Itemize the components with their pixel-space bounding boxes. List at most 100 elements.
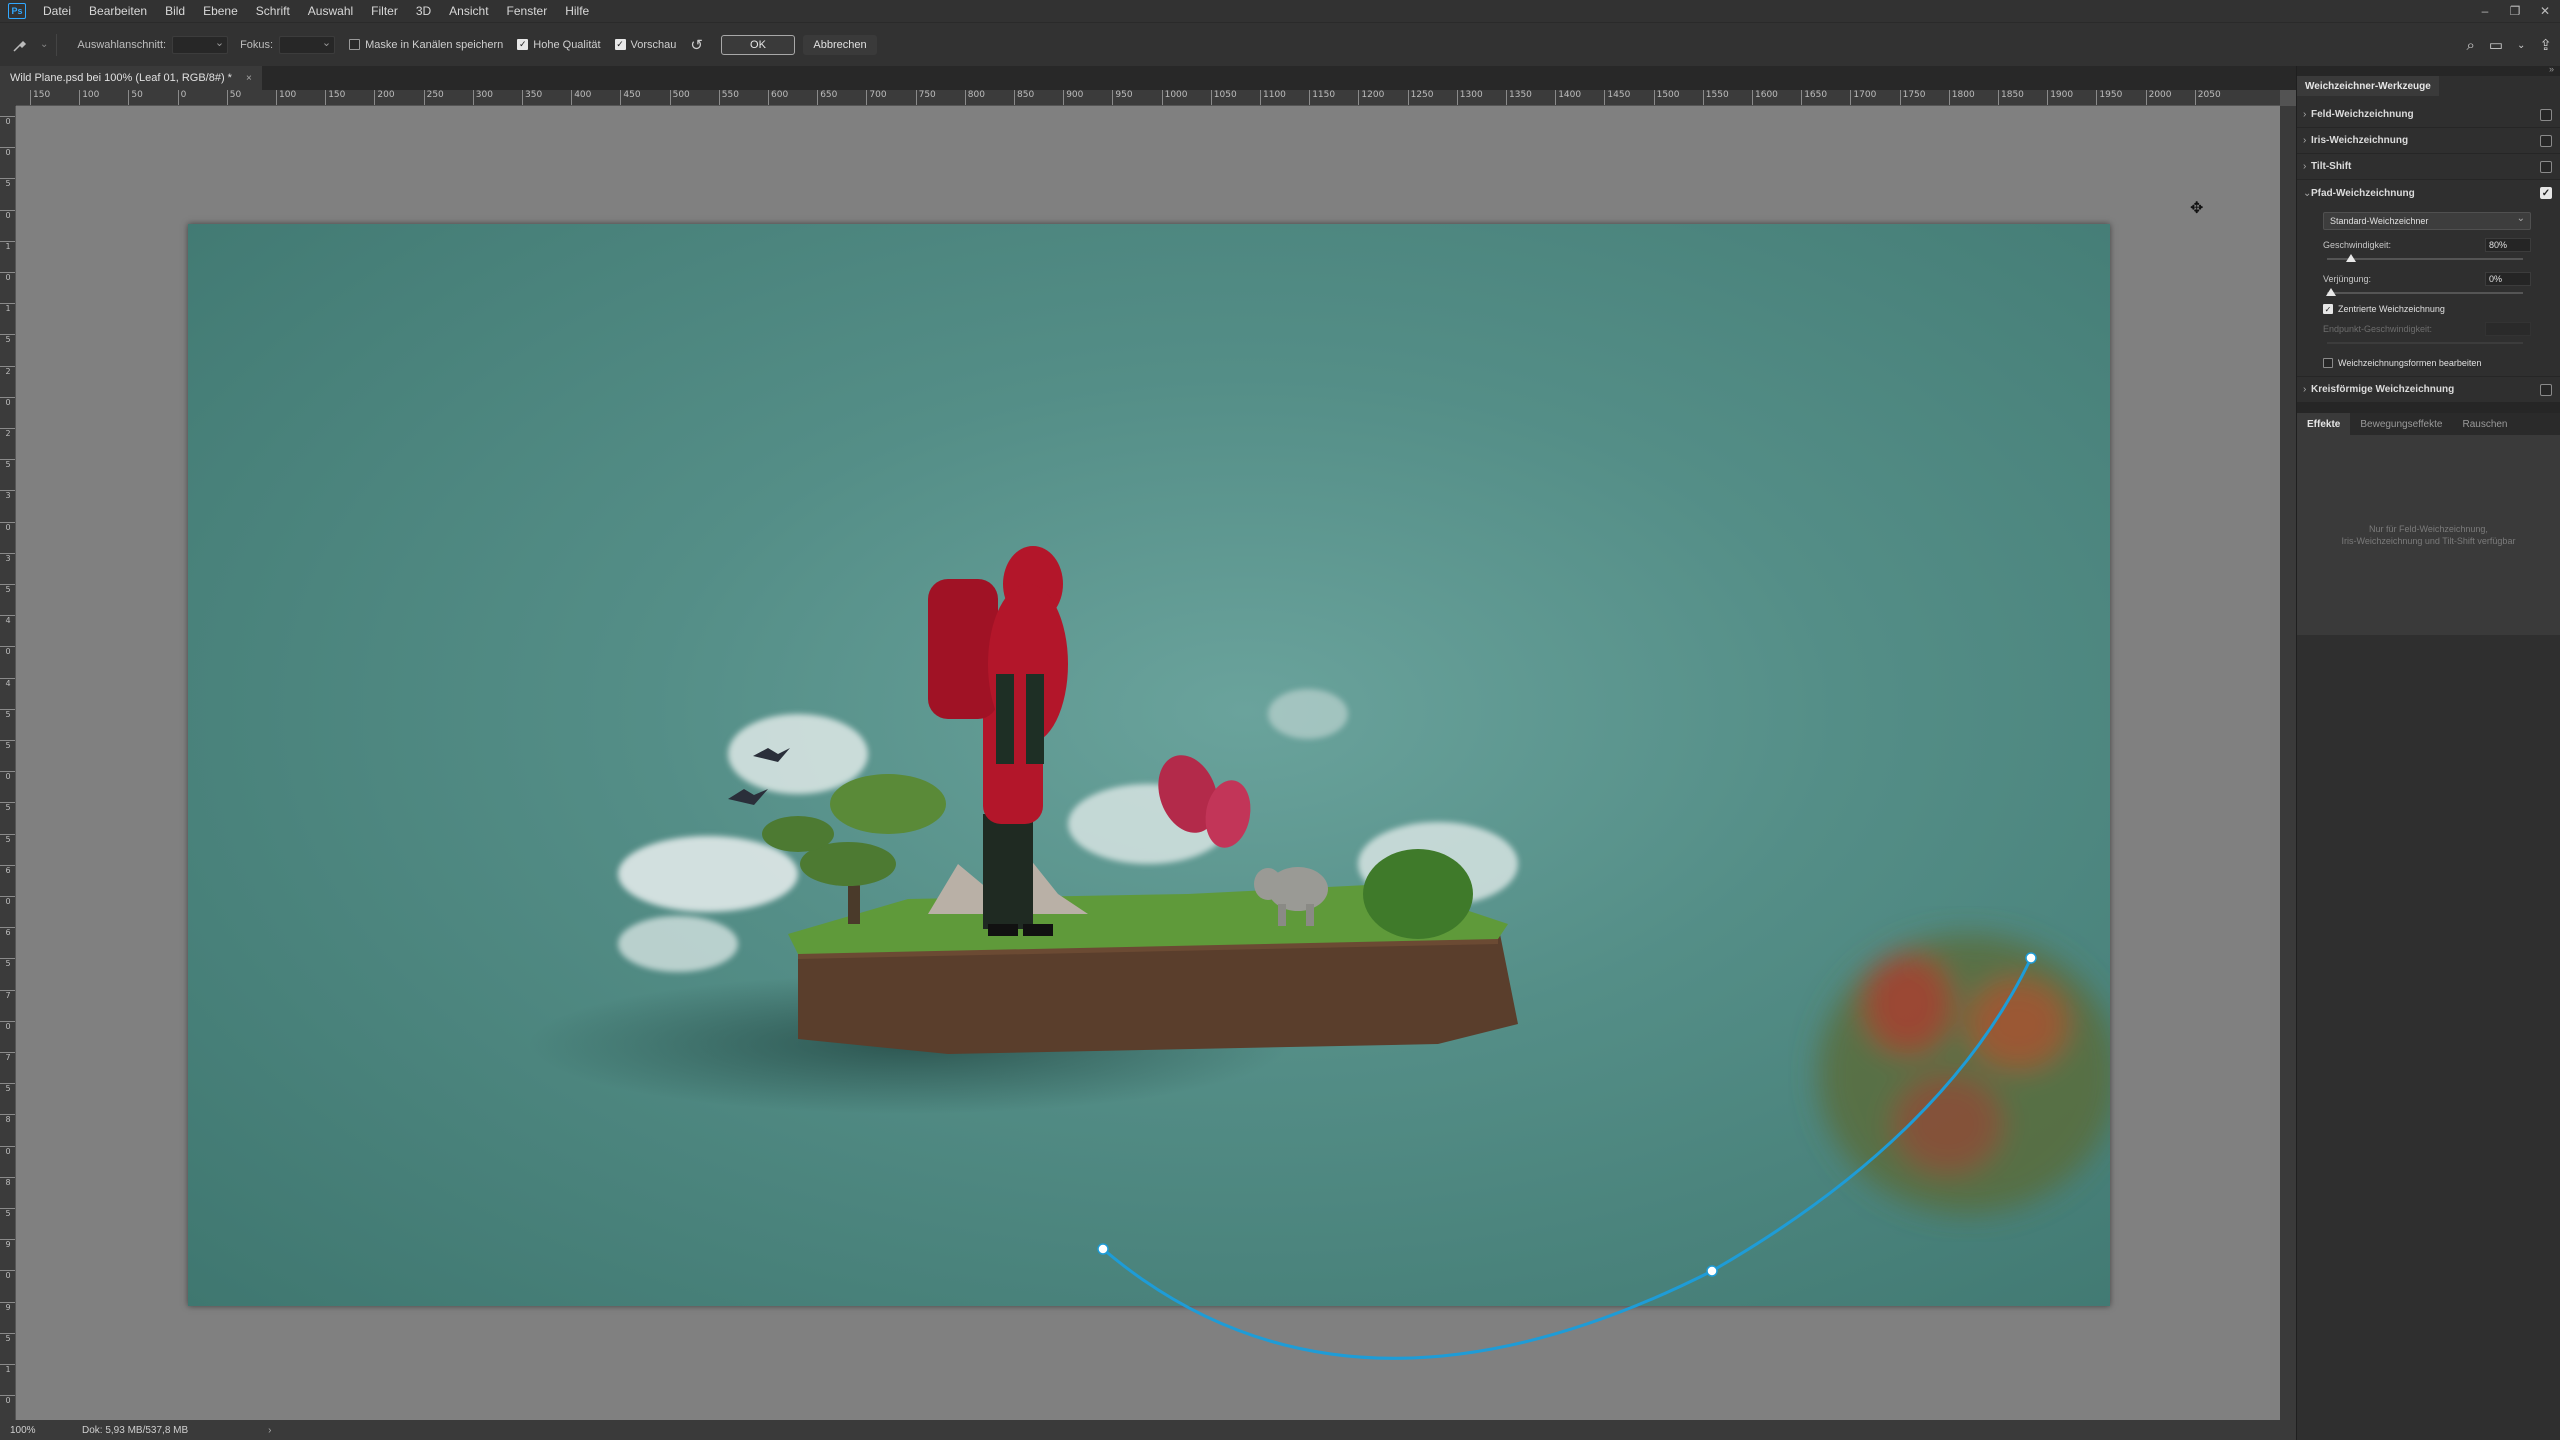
zoom-level[interactable]: 100%: [0, 1425, 60, 1436]
workspace-icon[interactable]: ▭: [2489, 36, 2503, 54]
blur-path-mid-pin[interactable]: [1706, 1265, 1718, 1277]
blur-path[interactable]: [1102, 957, 2033, 1360]
ruler-tick-label: 8: [0, 1114, 15, 1124]
tab-effects[interactable]: Effekte: [2297, 413, 2351, 435]
ruler-tick-label: 4: [0, 615, 15, 625]
close-tab-icon[interactable]: ×: [246, 73, 252, 84]
ruler-tick-label: 600: [768, 90, 788, 105]
mask-checkbox[interactable]: [349, 39, 361, 50]
options-bar: ⌄ Auswahlanschnitt: Fokus: Maske in Kanä…: [0, 22, 2560, 66]
chevron-down-icon[interactable]: ⌄: [2303, 188, 2311, 199]
path-blur-tool-icon[interactable]: [0, 23, 40, 67]
ruler-tick-label: 9: [0, 1239, 15, 1249]
path-blur-checkbox[interactable]: ✓: [2540, 187, 2552, 199]
tool-preset-chevron-icon[interactable]: ⌄: [40, 39, 48, 50]
share-icon[interactable]: ⇪: [2539, 36, 2552, 54]
radial-blur-checkbox[interactable]: [2540, 383, 2552, 396]
ruler-tick-label: 700: [866, 90, 887, 105]
collapse-panel-icon[interactable]: »: [2549, 64, 2554, 74]
endpoint-speed-slider: [2323, 338, 2523, 348]
tab-motion-effects[interactable]: Bewegungseffekte: [2350, 413, 2452, 435]
speed-slider-track: [2327, 258, 2523, 260]
taper-label: Verjüngung:: [2323, 274, 2372, 284]
taper-row: Verjüngung: 0%: [2323, 272, 2531, 286]
ruler-tick-label: 1250: [1407, 90, 1434, 105]
ruler-tick-label: 3: [0, 490, 15, 500]
photoshop-logo-icon[interactable]: Ps: [8, 3, 26, 19]
ruler-corner[interactable]: [0, 90, 16, 106]
preview-label: Vorschau: [630, 38, 677, 51]
blur-path-end-pin[interactable]: [2025, 952, 2037, 964]
panel-title[interactable]: Weichzeichner-Werkzeuge: [2297, 76, 2439, 96]
ruler-tick-label: 7: [0, 1052, 15, 1062]
ruler-tick-label: 0: [0, 646, 15, 656]
ruler-tick-label: 0: [0, 272, 15, 282]
blur-preset-select[interactable]: Standard-Weichzeichner: [2323, 212, 2531, 230]
blur-path-overlay[interactable]: [16, 106, 2280, 1420]
search-icon[interactable]: ⌕: [2466, 37, 2474, 54]
ruler-tick-label: 5: [0, 708, 15, 719]
blur-path-start-pin[interactable]: [1097, 1243, 1109, 1255]
menu-bearbeiten[interactable]: Bearbeiten: [80, 0, 156, 22]
minimize-icon[interactable]: –: [2470, 0, 2500, 22]
menu-datei[interactable]: Datei: [34, 0, 80, 22]
section-tilt-shift[interactable]: › Tilt-Shift: [2297, 154, 2560, 180]
cancel-button[interactable]: Abbrechen: [803, 34, 877, 55]
tab-noise[interactable]: Rauschen: [2452, 413, 2517, 435]
effects-note-line2: Iris-Weichzeichnung und Tilt-Shift verfü…: [2341, 536, 2516, 546]
horizontal-ruler[interactable]: 150 100 50 0 50 100 150 200 250 300 350 400 450 500 55…: [16, 90, 2280, 106]
taper-slider-knob[interactable]: [2326, 288, 2336, 296]
menu-ansicht[interactable]: Ansicht: [440, 0, 497, 22]
menu-fenster[interactable]: Fenster: [498, 0, 557, 22]
chevron-right-icon[interactable]: ›: [2303, 384, 2306, 395]
section-path-blur[interactable]: ⌄ Pfad-Weichzeichnung ✓: [2297, 180, 2560, 206]
edit-shapes-checkbox[interactable]: [2323, 358, 2333, 368]
chevron-right-icon[interactable]: ›: [2303, 109, 2306, 120]
workspace-chevron-icon[interactable]: ⌄: [2517, 40, 2525, 51]
restore-icon[interactable]: ❐: [2500, 0, 2530, 22]
chevron-right-icon[interactable]: ›: [2303, 161, 2306, 172]
focus-select[interactable]: [279, 35, 336, 54]
document-tab[interactable]: Wild Plane.psd bei 100% (Leaf 01, RGB/8#…: [0, 66, 262, 90]
canvas-workarea[interactable]: [16, 106, 2280, 1420]
preview-checkbox[interactable]: ✓: [614, 39, 626, 50]
taper-input[interactable]: 0%: [2485, 272, 2531, 286]
ruler-tick-label: 400: [571, 90, 591, 105]
section-iris-blur[interactable]: › Iris-Weichzeichnung: [2297, 128, 2560, 154]
effects-tabbar: Effekte Bewegungseffekte Rauschen: [2297, 413, 2560, 435]
status-menu-chevron-icon[interactable]: ›: [268, 1425, 271, 1436]
menu-ebene[interactable]: Ebene: [194, 0, 247, 22]
speed-slider[interactable]: [2323, 254, 2523, 264]
selection-cut-select[interactable]: [172, 35, 229, 54]
reset-icon[interactable]: ↺: [690, 36, 703, 54]
menu-bild[interactable]: Bild: [156, 0, 194, 22]
chevron-right-icon[interactable]: ›: [2303, 135, 2306, 146]
menu-schrift[interactable]: Schrift: [247, 0, 299, 22]
edit-shapes-row[interactable]: Weichzeichnungsformen bearbeiten: [2323, 358, 2550, 368]
menu-hilfe[interactable]: Hilfe: [556, 0, 598, 22]
ruler-tick-label: 2: [0, 428, 15, 438]
menu-filter[interactable]: Filter: [362, 0, 407, 22]
centered-blur-checkbox[interactable]: ✓: [2323, 304, 2333, 314]
speed-slider-knob[interactable]: [2345, 254, 2356, 262]
ok-button[interactable]: OK: [721, 34, 795, 55]
photoshop-window: Ps Datei Bearbeiten Bild Ebene Schrift A…: [0, 0, 2560, 1440]
tilt-shift-checkbox[interactable]: [2540, 160, 2552, 173]
field-blur-checkbox[interactable]: [2540, 108, 2552, 121]
ruler-tick-label: 1: [0, 1364, 15, 1374]
close-icon[interactable]: ✕: [2530, 0, 2560, 22]
ruler-tick-label: 100: [79, 90, 99, 105]
centered-blur-row[interactable]: ✓ Zentrierte Weichzeichnung: [2323, 304, 2550, 314]
iris-blur-checkbox[interactable]: [2540, 134, 2552, 147]
vertical-ruler[interactable]: 0 0 5 0 1 0 1 5 2 0 2 5 3 0 3 5 4 0 4 5 5 0 5 5 6 0 6 5 7 0 7 5 8 0 8 5 9 0 9 5…: [0, 106, 16, 1420]
status-bar: 100% Dok: 5,93 MB/537,8 MB ›: [0, 1420, 2296, 1440]
section-field-blur[interactable]: › Feld-Weichzeichnung: [2297, 102, 2560, 128]
vertical-scrollbar[interactable]: [2280, 106, 2296, 1420]
high-quality-checkbox[interactable]: ✓: [517, 39, 529, 50]
menu-auswahl[interactable]: Auswahl: [299, 0, 362, 22]
section-radial-blur[interactable]: › Kreisförmige Weichzeichnung: [2297, 377, 2560, 403]
speed-input[interactable]: 80%: [2485, 238, 2531, 252]
menu-3d[interactable]: 3D: [407, 0, 440, 22]
taper-slider[interactable]: [2323, 288, 2523, 298]
path-blur-settings: Standard-Weichzeichner Geschwindigkeit: …: [2297, 212, 2560, 377]
